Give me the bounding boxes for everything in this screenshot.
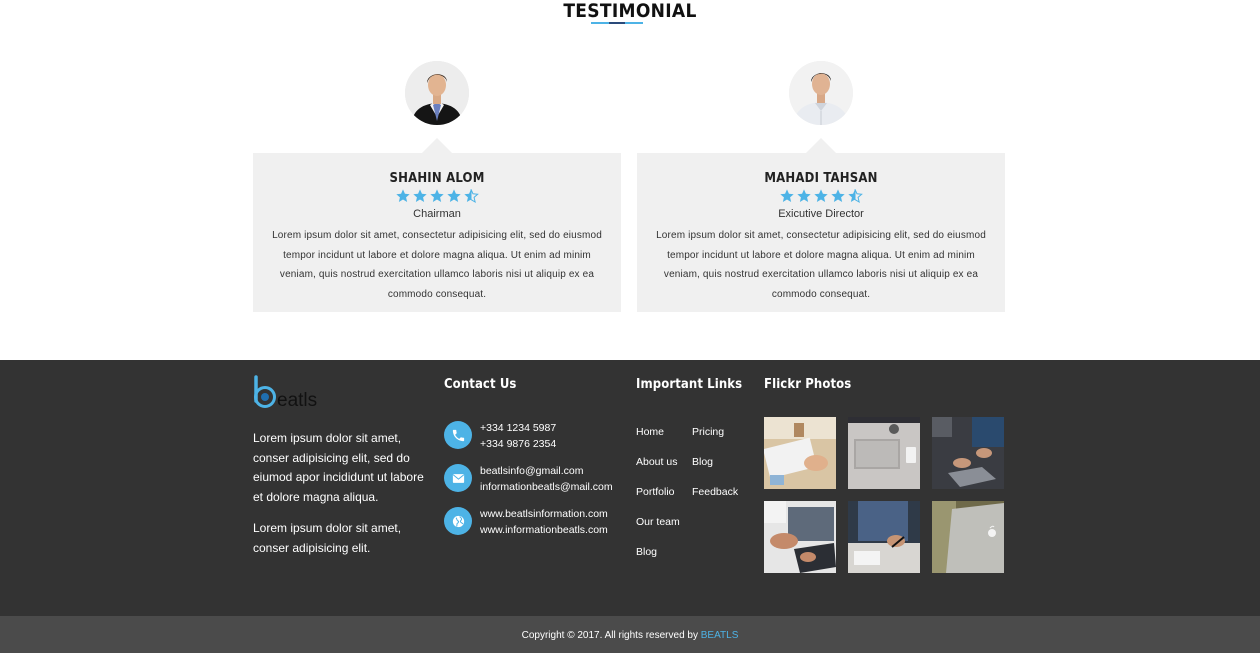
footer-link-feedback[interactable]: Feedback bbox=[692, 486, 738, 516]
avatar-mahadi-tahsan bbox=[789, 61, 853, 125]
phone-number[interactable]: +334 9876 2354 bbox=[480, 436, 556, 452]
phone-number[interactable]: +334 1234 5987 bbox=[480, 420, 556, 436]
person-photo bbox=[789, 61, 853, 125]
footer-link-pricing[interactable]: Pricing bbox=[692, 426, 738, 456]
star-icon bbox=[797, 189, 811, 202]
testimonial-section: TESTIMONIAL SHAHIN ALOM Chairman Lorem i… bbox=[0, 0, 1260, 360]
website-link[interactable]: www.informationbeatls.com bbox=[480, 522, 608, 538]
star-half-icon bbox=[464, 189, 479, 204]
site-footer: eatls Lorem ipsum dolor sit amet, conser… bbox=[0, 360, 1260, 616]
important-links-col1: Home About us Portfolio Our team Blog bbox=[636, 426, 680, 576]
testimonial-quote: Lorem ipsum dolor sit amet, consectetur … bbox=[656, 230, 986, 300]
flickr-photo[interactable] bbox=[932, 501, 1004, 573]
flickr-photo[interactable] bbox=[932, 417, 1004, 489]
about-paragraph: Lorem ipsum dolor sit amet, conser adipi… bbox=[253, 431, 424, 504]
phone-icon bbox=[444, 421, 472, 449]
email-address[interactable]: informationbeatls@mail.com bbox=[480, 479, 613, 495]
star-icon bbox=[780, 189, 794, 202]
section-title: TESTIMONIAL bbox=[563, 0, 697, 22]
star-icon bbox=[430, 189, 444, 202]
footer-link-about-us[interactable]: About us bbox=[636, 456, 680, 486]
contact-title: Contact Us bbox=[444, 377, 517, 392]
copyright-brand-link[interactable]: BEATLS bbox=[701, 630, 739, 641]
star-icon bbox=[831, 189, 845, 202]
links-title: Important Links bbox=[636, 377, 743, 392]
important-links-col2: Pricing Blog Feedback bbox=[692, 426, 738, 516]
person-photo bbox=[405, 61, 469, 125]
star-rating bbox=[253, 188, 621, 206]
footer-about: Lorem ipsum dolor sit amet, conser adipi… bbox=[253, 429, 431, 558]
copyright-bar: Copyright © 2017. All rights reserved by… bbox=[0, 616, 1260, 653]
avatar-shahin-alom bbox=[405, 61, 469, 125]
website-link[interactable]: www.beatlsinformation.com bbox=[480, 506, 608, 522]
footer-link-portfolio[interactable]: Portfolio bbox=[636, 486, 680, 516]
star-icon bbox=[814, 189, 828, 202]
person-role: Chairman bbox=[413, 208, 461, 220]
flickr-photo[interactable] bbox=[764, 501, 836, 573]
logo-text: eatls bbox=[277, 390, 317, 409]
star-half-icon bbox=[848, 189, 863, 204]
footer-link-blog[interactable]: Blog bbox=[692, 456, 738, 486]
star-rating bbox=[637, 188, 1005, 206]
flickr-photo-grid bbox=[764, 417, 1005, 573]
about-paragraph: Lorem ipsum dolor sit amet, conser adipi… bbox=[253, 521, 402, 555]
footer-link-home[interactable]: Home bbox=[636, 426, 680, 456]
testimonial-card: MAHADI TAHSAN Exicutive Director Lorem i… bbox=[637, 138, 1005, 312]
envelope-icon bbox=[444, 464, 472, 492]
testimonial-quote: Lorem ipsum dolor sit amet, consectetur … bbox=[272, 230, 602, 300]
footer-link-blog[interactable]: Blog bbox=[636, 546, 680, 576]
flickr-photo[interactable] bbox=[848, 501, 920, 573]
footer-link-our-team[interactable]: Our team bbox=[636, 516, 680, 546]
person-name: MAHADI TAHSAN bbox=[764, 171, 878, 186]
copyright-text: Copyright © 2017. All rights reserved by bbox=[521, 630, 701, 641]
email-address[interactable]: beatlsinfo@gmail.com bbox=[480, 463, 613, 479]
globe-icon bbox=[444, 507, 472, 535]
star-icon bbox=[413, 189, 427, 202]
person-name: SHAHIN ALOM bbox=[389, 171, 485, 186]
logo-mark: eatls bbox=[254, 375, 317, 411]
title-underline bbox=[591, 22, 643, 24]
beatls-logo[interactable]: eatls bbox=[253, 375, 323, 411]
person-role: Exicutive Director bbox=[778, 208, 864, 220]
testimonial-card: SHAHIN ALOM Chairman Lorem ipsum dolor s… bbox=[253, 138, 621, 312]
flickr-title: Flickr Photos bbox=[764, 377, 852, 392]
flickr-photo[interactable] bbox=[848, 417, 920, 489]
star-icon bbox=[447, 189, 461, 202]
star-icon bbox=[396, 189, 410, 202]
flickr-photo[interactable] bbox=[764, 417, 836, 489]
